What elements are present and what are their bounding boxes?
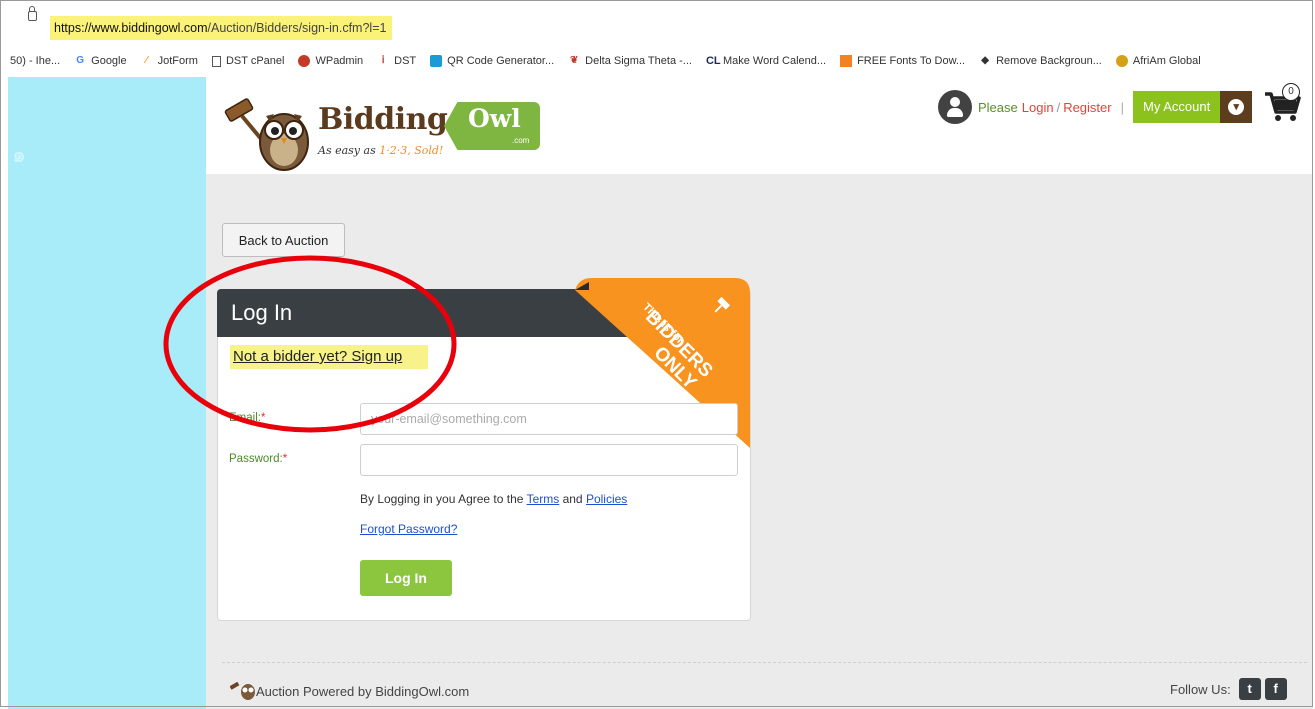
back-to-auction-button[interactable]: Back to Auction <box>222 223 345 257</box>
bookmark-label: JotForm <box>157 55 198 67</box>
signup-link[interactable]: Not a bidder yet? Sign up <box>230 345 429 369</box>
bookmark-label: Remove Backgroun... <box>996 55 1102 67</box>
fonts-icon <box>840 55 853 67</box>
email-input[interactable] <box>360 403 738 435</box>
forgot-password-link[interactable]: Forgot Password? <box>360 522 457 536</box>
password-input[interactable] <box>360 444 738 476</box>
bookmark-item[interactable]: ❦ Delta Sigma Theta -... <box>568 55 692 67</box>
bookmark-item[interactable]: FREE Fonts To Dow... <box>840 55 965 67</box>
password-label: Password:* <box>229 453 287 465</box>
bookmark-label: AfriAm Global <box>1132 55 1201 67</box>
separator-pipe: | <box>1120 99 1124 115</box>
owl-small-icon <box>230 682 255 700</box>
footer-follow: Follow Us: t f <box>1170 678 1287 700</box>
owl-gavel-icon <box>224 98 309 171</box>
required-mark: * <box>282 453 288 465</box>
afriam-icon <box>1115 55 1128 67</box>
powered-by-text[interactable]: Auction Powered by BiddingOwl.com <box>256 684 469 699</box>
bookmark-item[interactable]: CL Make Word Calend... <box>706 55 826 67</box>
side-decoration: ๑ <box>8 77 206 709</box>
google-icon: G <box>76 55 85 66</box>
login-title: Log In <box>231 300 293 325</box>
my-account-label: My Account <box>1133 91 1221 123</box>
chevron-down-icon: ▾ <box>1228 99 1245 115</box>
slogan-prefix: As easy as <box>318 144 380 157</box>
bookmark-label: DST <box>394 55 417 67</box>
dst-icon: ⅰ <box>381 55 385 66</box>
user-avatar-icon[interactable] <box>938 90 972 124</box>
my-account-button[interactable]: My Account ▾ <box>1133 91 1253 123</box>
twitter-icon[interactable]: t <box>1238 678 1261 700</box>
url-host: https://www.biddingowl.com <box>54 21 208 35</box>
email-label-text: Email: <box>229 412 261 424</box>
bookmark-item[interactable]: ⁄ JotForm <box>141 55 198 67</box>
logo-brand-text: Bidding <box>318 102 448 137</box>
terms-link[interactable]: Terms <box>527 492 560 506</box>
url-text[interactable]: https://www.biddingowl.com/Auction/Bidde… <box>50 16 393 40</box>
bookmark-item[interactable]: ⅰ DST <box>377 55 416 67</box>
bookmark-label: DST cPanel <box>225 55 285 67</box>
bookmark-label: FREE Fonts To Dow... <box>857 55 966 67</box>
my-account-dropdown[interactable]: ▾ <box>1220 91 1253 123</box>
slogan-emphasis: 1·2·3, Sold! <box>379 144 444 157</box>
url-path: /Auction/Bidders/sign-in.cfm?l=1 <box>207 21 387 35</box>
logo-tag-sub: .com <box>512 136 530 145</box>
please-text: Please <box>978 99 1018 115</box>
policies-link[interactable]: Policies <box>586 492 627 506</box>
bookmark-item[interactable]: QR Code Generator... <box>430 55 554 67</box>
logo-slogan: As easy as 1·2·3, Sold! <box>318 144 443 157</box>
cl-icon: CL <box>705 55 721 67</box>
wp-icon <box>298 55 311 67</box>
remove-bg-icon: ◆ <box>981 55 989 66</box>
bookmark-label: QR Code Generator... <box>447 55 555 67</box>
page-icon <box>211 55 221 67</box>
logo-tag-text: Owl <box>468 104 521 133</box>
jotform-icon: ⁄ <box>145 55 148 66</box>
bookmark-label: Google <box>91 55 127 67</box>
lock-icon <box>28 6 37 21</box>
separator-slash: / <box>1056 99 1061 115</box>
bookmark-item[interactable]: G Google <box>74 55 126 67</box>
bookmark-label: WPadmin <box>315 55 364 67</box>
bookmark-label: Delta Sigma Theta -... <box>585 55 692 67</box>
user-area: Please Login / Register | My Account ▾ <box>938 90 1253 124</box>
footer-divider <box>222 662 1307 663</box>
login-button[interactable]: Log In <box>360 560 452 596</box>
agree-prefix: By Logging in you Agree to the <box>360 492 527 506</box>
agree-and: and <box>559 492 586 506</box>
bookmark-item[interactable]: DST cPanel <box>211 55 285 67</box>
cart-count-badge: 0 <box>1282 83 1300 101</box>
register-link[interactable]: Register <box>1063 100 1111 115</box>
browser-address-bar[interactable]: https://www.biddingowl.com/Auction/Bidde… <box>0 0 1315 46</box>
bookmarks-bar: 50) - Ihe... G Google ⁄ JotForm DST cPanel… <box>0 46 1315 76</box>
agree-text: By Logging in you Agree to the Terms and… <box>360 492 627 506</box>
login-link[interactable]: Login <box>1022 100 1054 115</box>
bookmark-label: Make Word Calend... <box>722 55 827 67</box>
facebook-icon[interactable]: f <box>1264 678 1287 700</box>
qr-icon <box>430 55 443 67</box>
required-mark: * <box>260 412 266 424</box>
bookmark-label: 50) - Ihe... <box>10 55 61 67</box>
footer-powered: Auction Powered by BiddingOwl.com <box>230 682 469 700</box>
bookmark-item[interactable]: 50) - Ihe... <box>10 55 60 67</box>
bookmark-item[interactable]: ◆ Remove Backgroun... <box>979 55 1102 67</box>
delta-icon: ❦ <box>569 55 579 66</box>
bookmark-item[interactable]: AfriAm Global <box>1115 55 1201 67</box>
bookmark-item[interactable]: WPadmin <box>298 55 363 67</box>
biddingowl-logo[interactable]: Bidding Owl .com As easy as 1·2·3, Sold! <box>222 84 542 174</box>
password-label-text: Password: <box>229 453 283 465</box>
follow-us-label: Follow Us: <box>1170 681 1231 697</box>
email-label: Email:* <box>229 412 265 424</box>
